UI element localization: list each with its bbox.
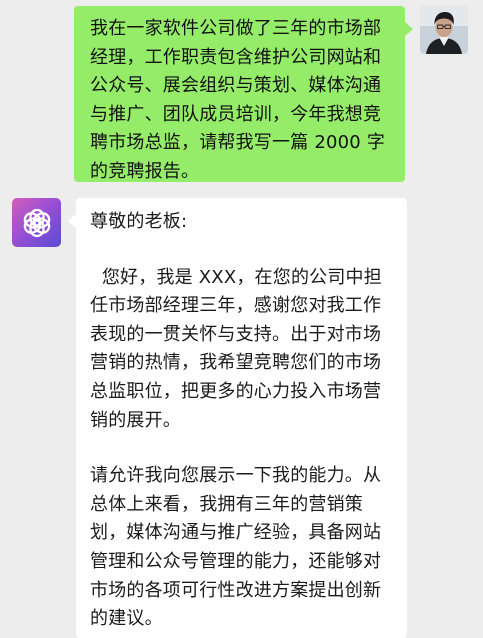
- assistant-avatar[interactable]: [12, 198, 61, 247]
- user-message-bubble[interactable]: 我在一家软件公司做了三年的市场部经理，工作职责包含维护公司网站和公众号、展会组织…: [74, 6, 413, 182]
- assistant-message-bubble[interactable]: 尊敬的老板: 您好，我是 XXX，在您的公司中担任市场部经理三年，感谢您对我工作…: [68, 198, 407, 638]
- assistant-paragraph-1: 您好，我是 XXX，在您的公司中担任市场部经理三年，感谢您对我工作表现的一贯关怀…: [90, 266, 382, 431]
- user-photo-avatar-icon: [420, 6, 468, 54]
- chatgpt-logo-icon: [23, 208, 50, 237]
- user-message-text: 我在一家软件公司做了三年的市场部经理，工作职责包含维护公司网站和公众号、展会组织…: [90, 18, 386, 182]
- chat-conversation: 我在一家软件公司做了三年的市场部经理，工作职责包含维护公司网站和公众号、展会组织…: [0, 0, 483, 638]
- assistant-paragraph-2: 请允许我向您展示一下我的能力。从总体上来看，我拥有三年的营销策划，媒体沟通与推广…: [90, 465, 382, 630]
- user-avatar[interactable]: [420, 6, 468, 54]
- assistant-greeting: 尊敬的老板:: [90, 211, 188, 232]
